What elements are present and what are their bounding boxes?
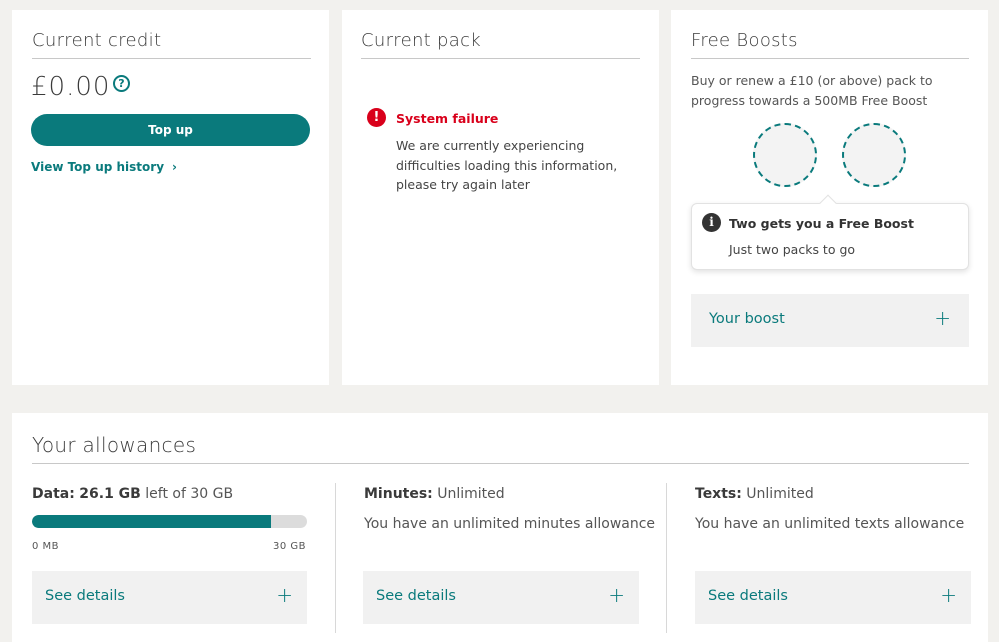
top-up-button[interactable]: Top up [31,114,310,146]
free-boosts-title: Free Boosts [691,30,798,51]
tooltip-arrow [819,194,837,212]
tooltip-body: Just two packs to go [729,242,856,257]
data-usage-bar-fill [32,515,272,528]
data-see-details-accordion[interactable]: See details + [32,571,307,624]
credit-balance: £0.00 [31,72,111,102]
error-title: System failure [396,111,499,126]
texts-see-details-accordion[interactable]: See details + [695,571,971,624]
minutes-value: Unlimited [437,486,505,502]
minutes-description: You have an unlimited minutes allowance [364,516,656,532]
see-details-label: See details [45,588,125,604]
divider [691,58,969,59]
current-credit-title: Current credit [32,30,162,51]
data-usage-bar [32,515,307,528]
error-message: We are currently experiencing difficulti… [396,138,618,192]
data-label: Data: [32,486,75,502]
data-remaining-suffix: left of 30 GB [145,486,234,502]
plus-icon: + [940,583,957,607]
boost-progress-slot-1 [753,123,817,187]
column-divider [335,483,336,633]
chevron-right-icon: › [172,160,177,174]
data-remaining-value: 26.1 GB [79,486,141,502]
texts-label: Texts: [695,486,742,502]
divider [32,58,311,59]
minutes-allowance-heading: Minutes: Unlimited [364,486,505,502]
view-top-up-history-link[interactable]: View Top up history › [31,160,177,174]
boost-tooltip: i Two gets you a Free Boost Just two pac… [691,194,969,270]
help-circle-icon[interactable]: ? [113,75,130,92]
texts-value: Unlimited [746,486,814,502]
current-pack-title: Current pack [361,30,482,51]
texts-description: You have an unlimited texts allowance [695,516,965,532]
free-boosts-card: Free Boosts Buy or renew a £10 (or above… [671,10,988,385]
boost-description: Buy or renew a £10 (or above) pack to pr… [691,73,933,108]
minutes-see-details-accordion[interactable]: See details + [363,571,639,624]
divider [32,463,969,464]
info-circle-icon: i [702,213,721,232]
allowances-title: Your allowances [32,433,197,457]
tooltip-title: Two gets you a Free Boost [729,216,914,231]
error-circle-icon: ! [367,108,386,127]
minutes-label: Minutes: [364,486,433,502]
see-details-label: See details [376,588,456,604]
see-details-label: See details [708,588,788,604]
your-boost-label: Your boost [709,311,785,327]
history-link-label: View Top up history [31,160,165,174]
current-credit-card: Current credit £0.00 ? Top up View Top u… [12,10,329,385]
allowances-card: Your allowances Data: 26.1 GB left of 30… [12,413,988,642]
plus-icon: + [608,583,625,607]
current-pack-card: Current pack ! System failure We are cur… [342,10,659,385]
your-boost-accordion[interactable]: Your boost + [691,294,969,347]
data-bar-min-label: 0 MB [32,541,60,552]
column-divider [666,483,667,633]
texts-allowance-heading: Texts: Unlimited [695,486,814,502]
data-bar-max-label: 30 GB [273,541,307,552]
plus-icon: + [934,306,951,330]
divider [361,58,640,59]
data-allowance-heading: Data: 26.1 GB left of 30 GB [32,486,233,502]
boost-progress-slot-2 [842,123,906,187]
plus-icon: + [276,583,293,607]
